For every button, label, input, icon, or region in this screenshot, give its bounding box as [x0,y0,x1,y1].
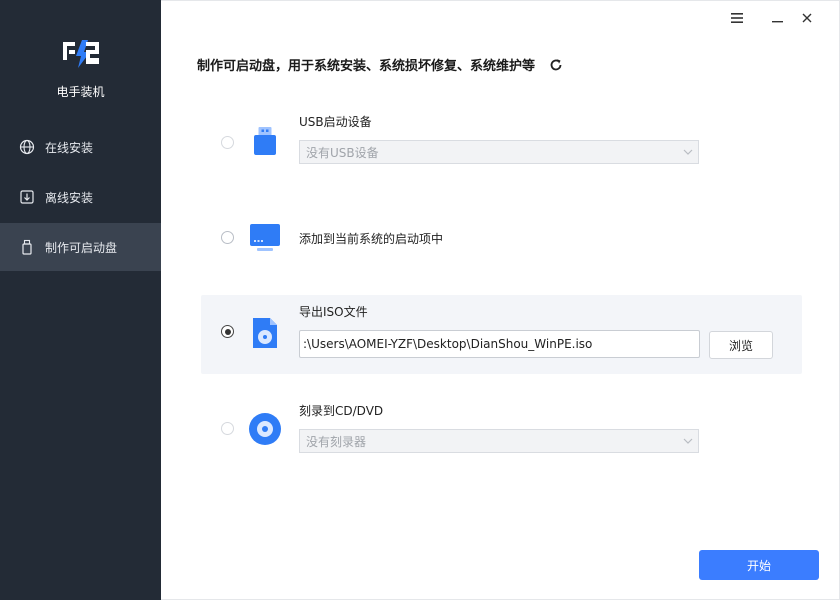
burn-disc-radio[interactable] [221,422,234,435]
usb-drive-icon [18,238,36,256]
monitor-icon [250,224,280,251]
sidebar-item-offline-install[interactable]: 离线安装 [0,173,161,221]
browse-button[interactable]: 浏览 [709,331,773,359]
sidebar: 电手装机 在线安装 离线安装 制作可启动盘 [0,0,161,600]
download-icon [18,188,36,206]
iso-file-icon [253,318,277,348]
app-name: 电手装机 [56,85,105,99]
usb-device-select-value: 没有USB设备 [306,145,379,160]
sidebar-item-label: 在线安装 [45,140,94,155]
globe-icon [18,138,36,156]
refresh-icon[interactable] [549,58,563,72]
chevron-down-icon [683,149,693,155]
option-export-iso: 导出ISO文件 浏览 [201,295,802,374]
burner-select[interactable]: 没有刻录器 [299,429,699,453]
usb-option-title: USB启动设备 [299,115,372,129]
app-logo-icon [63,40,99,68]
iso-path-input[interactable] [299,330,700,358]
sidebar-item-label: 制作可启动盘 [45,240,118,255]
main-panel: 制作可启动盘，用于系统安装、系统损坏修复、系统维护等 USB启动设备 没有USB… [161,0,840,600]
start-button[interactable]: 开始 [699,550,819,580]
minimize-icon[interactable] [766,7,788,29]
boot-entry-option-title: 添加到当前系统的启动项中 [299,232,444,246]
sidebar-item-online-install[interactable]: 在线安装 [0,123,161,171]
usb-device-select[interactable]: 没有USB设备 [299,140,699,164]
export-iso-radio[interactable] [221,325,234,338]
boot-entry-radio[interactable] [221,231,234,244]
burner-select-value: 没有刻录器 [306,434,367,449]
option-usb: USB启动设备 没有USB设备 [201,105,802,177]
chevron-down-icon [683,438,693,444]
page-title: 制作可启动盘，用于系统安装、系统损坏修复、系统维护等 [197,55,563,74]
menu-icon[interactable] [726,7,748,29]
usb-radio[interactable] [221,136,234,149]
option-burn-disc: 刻录到CD/DVD 没有刻录器 [201,394,802,466]
option-boot-entry: 添加到当前系统的启动项中 [201,207,802,267]
sidebar-item-make-bootable[interactable]: 制作可启动盘 [0,223,161,271]
sidebar-item-label: 离线安装 [45,190,94,205]
close-icon[interactable] [796,7,818,29]
export-iso-option-title: 导出ISO文件 [299,305,368,319]
page-title-text: 制作可启动盘，用于系统安装、系统损坏修复、系统维护等 [197,59,536,74]
usb-icon [254,127,276,155]
disc-icon [249,413,281,445]
burn-disc-option-title: 刻录到CD/DVD [299,404,384,418]
